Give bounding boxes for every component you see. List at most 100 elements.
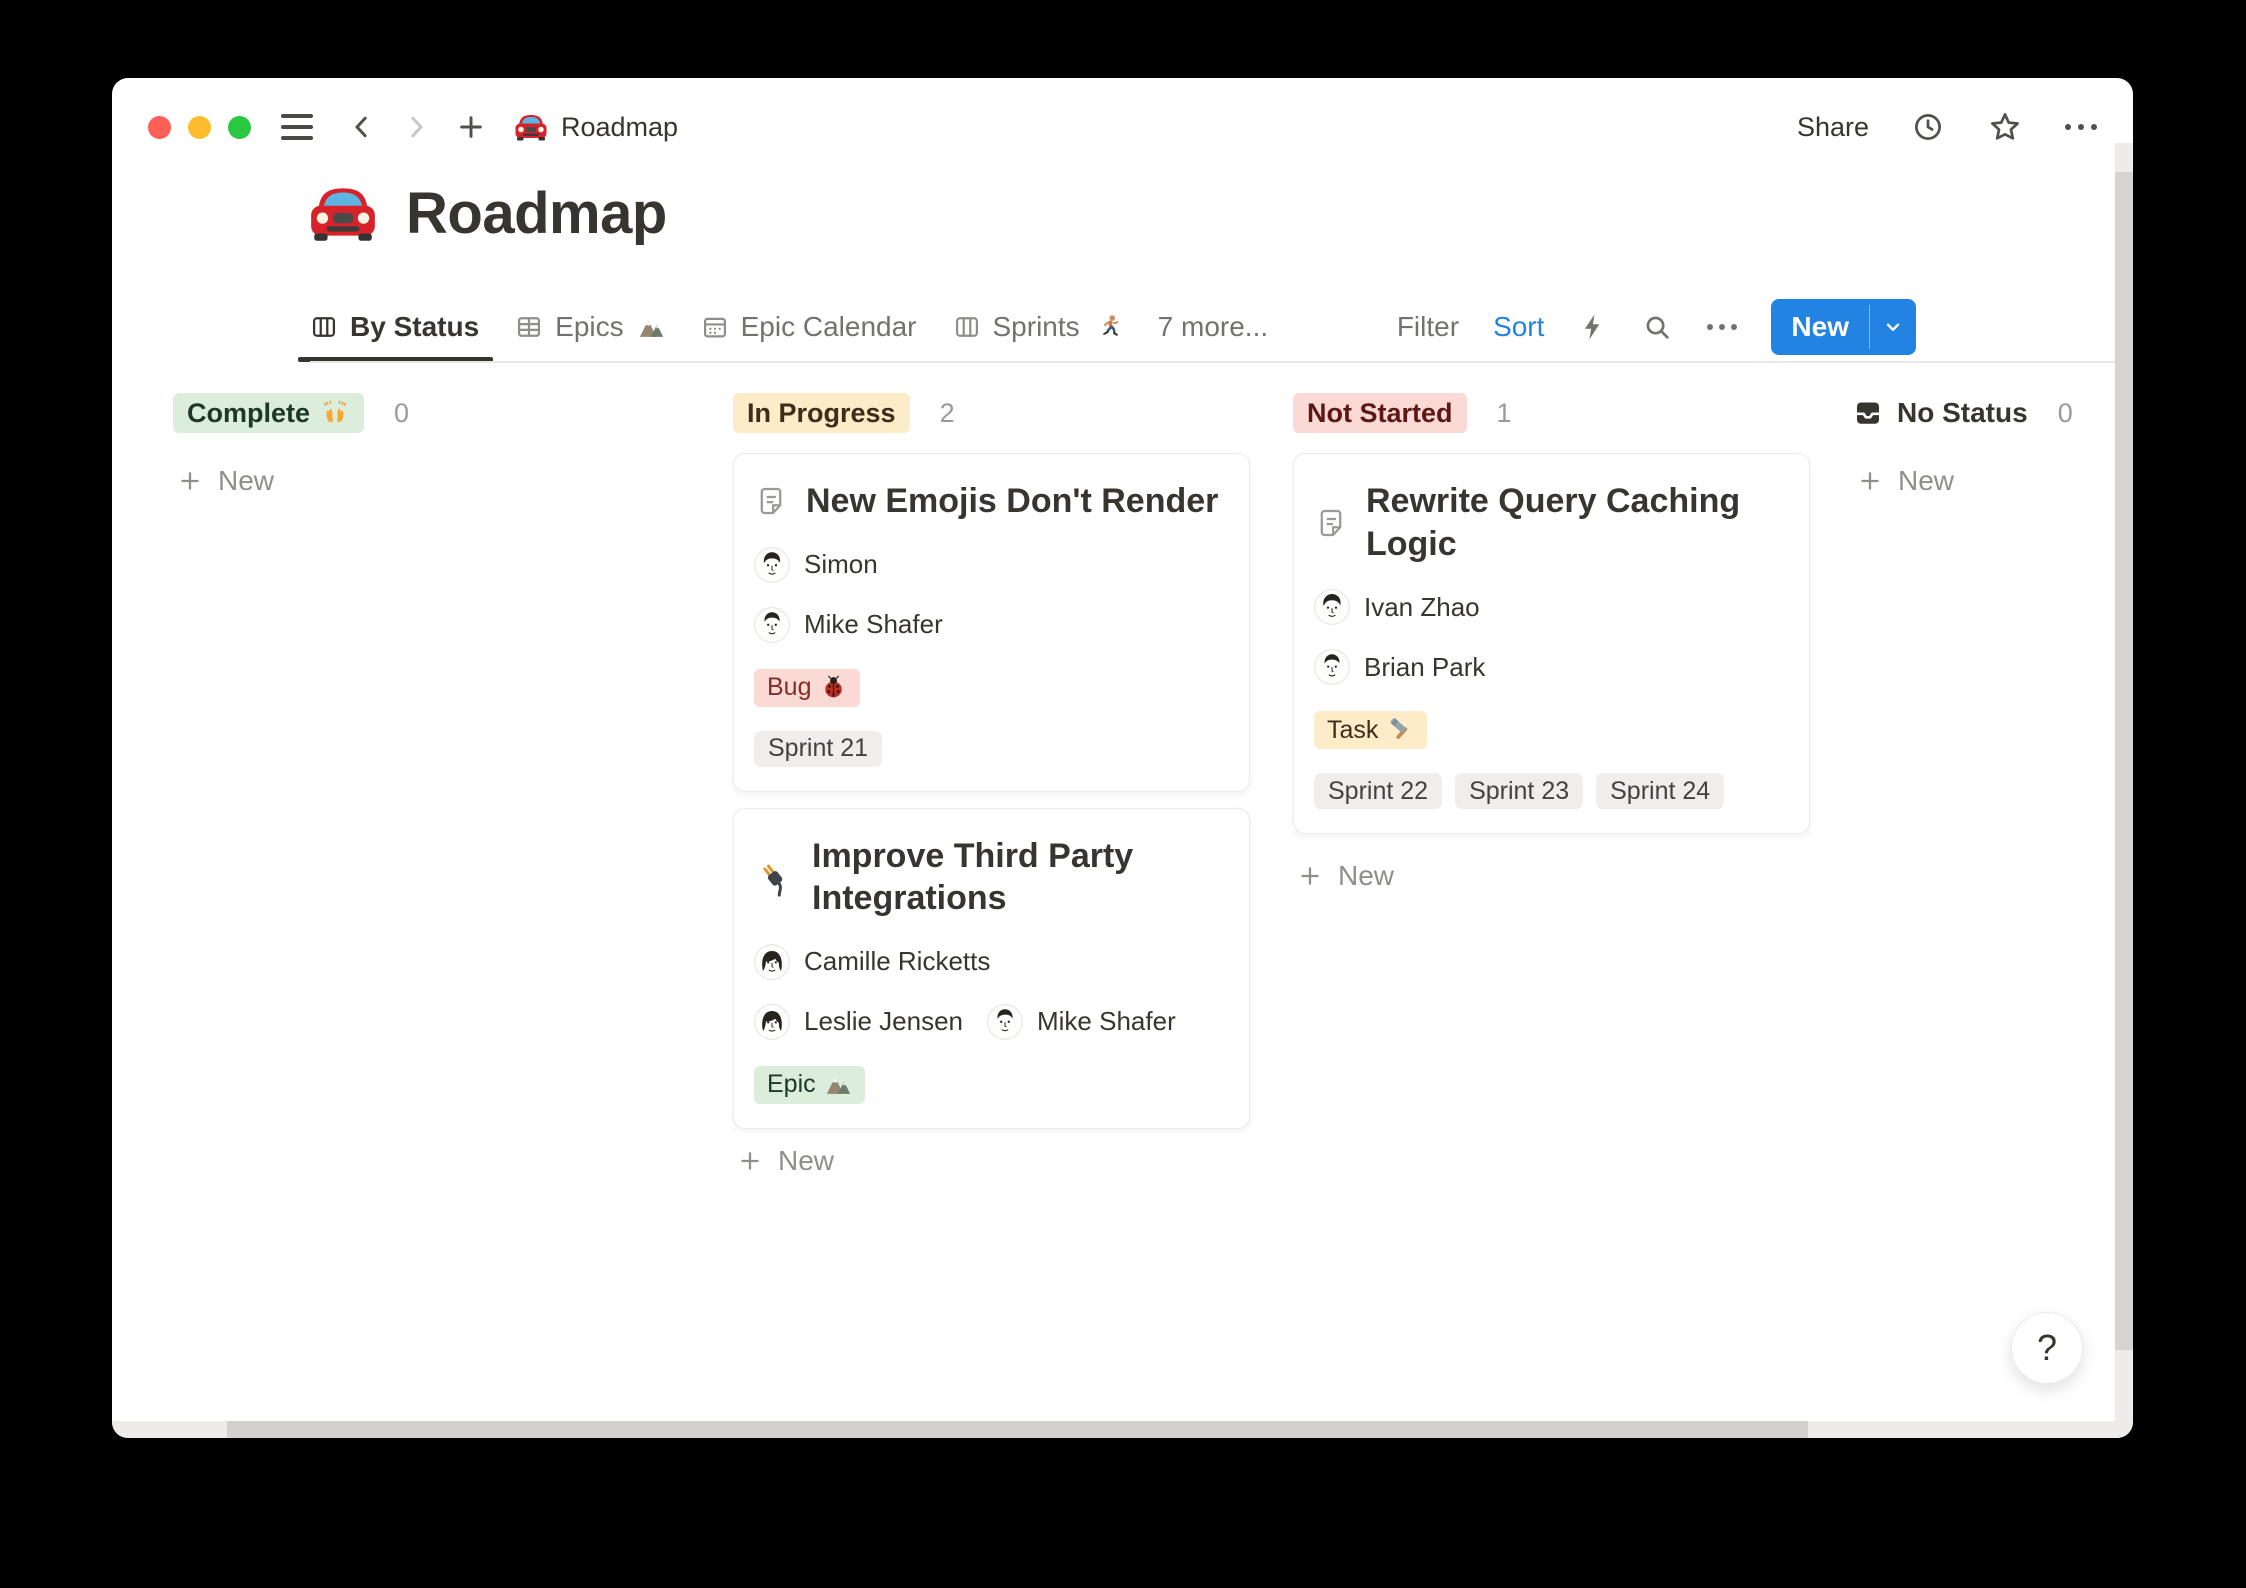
tab-epic-calendar[interactable]: Epic Calendar — [701, 292, 917, 362]
new-button[interactable]: New — [1771, 299, 1916, 355]
add-card-label: New — [778, 1145, 834, 1177]
card-title: New Emojis Don't Render — [806, 480, 1218, 523]
car-emoji-icon — [513, 109, 549, 145]
status-label: Complete — [187, 398, 310, 429]
assignee-row: Simon — [754, 547, 1229, 583]
filter-button[interactable]: Filter — [1397, 311, 1459, 343]
add-card-button[interactable]: New — [1293, 860, 1394, 892]
sidebar-toggle-icon[interactable] — [281, 114, 313, 140]
status-label: No Status — [1897, 397, 2028, 429]
tag-label: Task — [1327, 716, 1378, 745]
avatar — [987, 1004, 1023, 1040]
tab-label: Sprints — [993, 311, 1080, 343]
share-button[interactable]: Share — [1797, 112, 1869, 143]
person: Brian Park — [1314, 649, 1485, 685]
person-name: Camille Ricketts — [804, 946, 990, 977]
assignee-row: Camille Ricketts — [754, 944, 1229, 980]
tag-task: Task — [1314, 711, 1427, 749]
plus-icon — [737, 1148, 763, 1174]
tab-sprints[interactable]: Sprints — [953, 292, 1122, 362]
favorite-star-icon[interactable] — [1987, 109, 2023, 145]
card-query-caching[interactable]: Rewrite Query Caching Logic Ivan Zhao — [1293, 453, 1810, 834]
tag-row: Epic — [754, 1066, 1229, 1104]
minimize-window-button[interactable] — [188, 116, 211, 139]
tab-by-status[interactable]: By Status — [310, 292, 479, 362]
table-view-icon — [515, 313, 543, 341]
status-pill-complete[interactable]: Complete — [173, 393, 364, 433]
close-window-button[interactable] — [148, 116, 171, 139]
page-title[interactable]: Roadmap — [306, 176, 667, 250]
assignee-row: Brian Park — [1314, 649, 1789, 685]
tab-more[interactable]: 7 more... — [1158, 292, 1268, 362]
add-card-label: New — [1338, 860, 1394, 892]
add-card-button[interactable]: New — [733, 1145, 834, 1177]
sprint-pill: Sprint 21 — [754, 731, 882, 767]
avatar — [754, 547, 790, 583]
person: Simon — [754, 547, 878, 583]
chevron-down-icon[interactable] — [1870, 299, 1916, 355]
help-button[interactable]: ? — [2011, 1312, 2083, 1384]
person-name: Brian Park — [1364, 652, 1485, 683]
tab-label: By Status — [350, 311, 479, 343]
add-card-button[interactable]: New — [173, 465, 274, 497]
view-options-icon[interactable] — [1707, 324, 1737, 330]
page-document-icon — [754, 484, 788, 518]
avatar — [754, 607, 790, 643]
tag-label: Epic — [767, 1070, 816, 1099]
person-name: Mike Shafer — [804, 609, 943, 640]
column-header: No Status 0 — [1853, 393, 2133, 433]
add-card-button[interactable]: New — [1853, 465, 1954, 497]
assignee-row: Leslie Jensen Mike Shafer — [754, 1004, 1229, 1040]
card-title-row: Improve Third Party Integrations — [754, 835, 1229, 920]
more-options-icon[interactable] — [2065, 124, 2097, 130]
person-name: Leslie Jensen — [804, 1006, 963, 1037]
status-pill-not-started[interactable]: Not Started — [1293, 393, 1467, 433]
card-title: Improve Third Party Integrations — [812, 835, 1229, 920]
sprint-pill: Sprint 22 — [1314, 773, 1442, 809]
breadcrumb[interactable]: Roadmap — [513, 109, 678, 145]
column-in-progress: In Progress 2 New Emojis Don't Render — [733, 393, 1250, 1418]
card-title-row: Rewrite Query Caching Logic — [1314, 480, 1789, 565]
electric-plug-emoji-icon — [754, 857, 794, 897]
horizontal-scrollbar — [112, 1421, 2133, 1438]
assignee-row: Mike Shafer — [754, 607, 1229, 643]
ladybug-emoji-icon — [820, 674, 847, 701]
tag-row: Bug — [754, 669, 1229, 707]
breadcrumb-title: Roadmap — [561, 112, 678, 143]
sprint-row: Sprint 22 Sprint 23 Sprint 24 — [1314, 773, 1789, 809]
person: Mike Shafer — [987, 1004, 1176, 1040]
avatar — [754, 944, 790, 980]
forward-icon[interactable] — [401, 112, 431, 142]
avatar — [1314, 649, 1350, 685]
view-controls: Filter Sort New — [1397, 299, 1916, 355]
tab-epics[interactable]: Epics — [515, 292, 664, 362]
sort-button[interactable]: Sort — [1493, 311, 1544, 343]
column-no-status: No Status 0 New — [1853, 393, 2133, 1418]
car-emoji-icon — [306, 176, 380, 250]
card-title: Rewrite Query Caching Logic — [1366, 480, 1789, 565]
maximize-window-button[interactable] — [228, 116, 251, 139]
updates-clock-icon[interactable] — [1911, 110, 1945, 144]
plus-icon — [1857, 468, 1883, 494]
back-icon[interactable] — [347, 112, 377, 142]
horizontal-scrollbar-thumb[interactable] — [227, 1421, 1808, 1438]
view-tabs: By Status Epics Epic Calendar Sprints — [310, 292, 1916, 362]
page-document-icon — [1314, 506, 1348, 540]
card-integrations[interactable]: Improve Third Party Integrations Camille… — [733, 808, 1250, 1129]
card-title-row: New Emojis Don't Render — [754, 480, 1229, 523]
board-view-icon — [953, 313, 981, 341]
inbox-icon — [1853, 398, 1883, 428]
column-header: In Progress 2 — [733, 393, 1250, 433]
column-header: Complete 0 — [173, 393, 690, 433]
card-new-emojis[interactable]: New Emojis Don't Render Simon — [733, 453, 1250, 792]
status-pill-in-progress[interactable]: In Progress — [733, 393, 910, 433]
no-status-header[interactable]: No Status — [1853, 397, 2028, 429]
person: Camille Ricketts — [754, 944, 990, 980]
new-tab-plus-icon[interactable] — [455, 111, 487, 143]
plus-icon — [177, 468, 203, 494]
search-icon[interactable] — [1642, 312, 1673, 343]
vertical-scrollbar-thumb[interactable] — [2115, 172, 2133, 1350]
automations-bolt-icon[interactable] — [1578, 312, 1608, 342]
board-view: Complete 0 New In Progress 2 — [173, 393, 2133, 1418]
column-count: 0 — [2058, 398, 2073, 429]
